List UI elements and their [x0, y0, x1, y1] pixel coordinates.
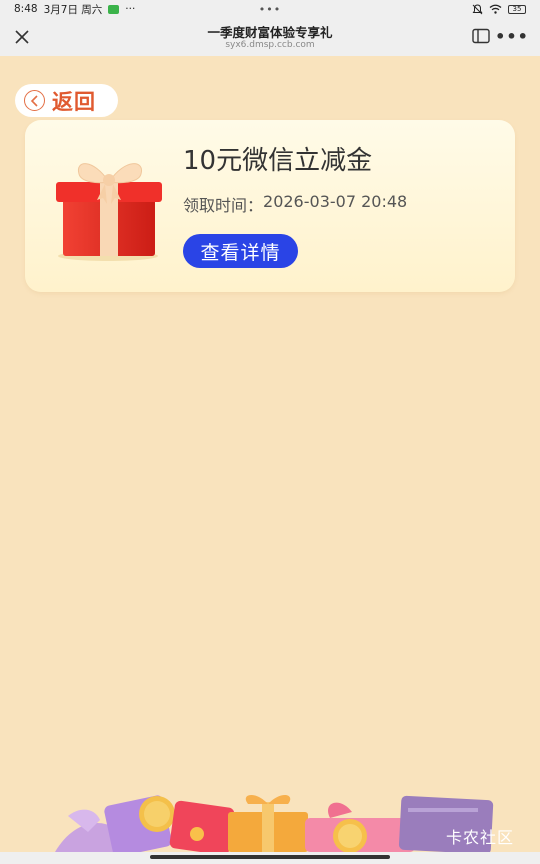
multitask-dots[interactable]: •••: [259, 3, 281, 16]
sidebar-button[interactable]: [472, 28, 490, 44]
status-date: 3月7日 周六: [43, 3, 103, 16]
claim-time-value: 2026-03-07 20:48: [263, 192, 408, 211]
battery-icon: 35: [508, 4, 526, 14]
status-bar: 8:48 3月7日 周六 ··· ••• 35: [0, 0, 540, 18]
reward-title: 10元微信立减金: [183, 146, 373, 176]
home-indicator[interactable]: [150, 855, 390, 859]
page-url: syx6.dmsp.ccb.com: [225, 40, 315, 50]
more-icon: •••: [495, 26, 529, 46]
view-details-button[interactable]: 查看详情: [183, 234, 298, 268]
back-arrow-icon: [24, 90, 45, 111]
status-right: 35: [472, 3, 526, 15]
browser-nav-bar: 一季度财富体验专享礼 syx6.dmsp.ccb.com •••: [0, 18, 540, 56]
back-label: 返回: [52, 89, 96, 114]
page-title: 一季度财富体验专享礼: [207, 25, 333, 40]
watermark-text: 卡农社区: [446, 828, 515, 847]
back-button[interactable]: 返回: [15, 84, 118, 117]
status-extra-dots: ···: [125, 3, 136, 15]
wechat-notification-icon: [108, 4, 120, 14]
wifi-icon: [489, 4, 502, 14]
claim-time-label: 领取时间：: [183, 196, 264, 215]
reward-card: 10元微信立减金 领取时间： 2026-03-07 20:48 查看详情: [25, 120, 515, 292]
status-time: 8:48: [14, 3, 38, 15]
claim-time-row: 领取时间： 2026-03-07 20:48: [183, 192, 407, 216]
more-button[interactable]: •••: [495, 24, 528, 48]
sidebar-icon: [472, 28, 490, 44]
mute-icon: [472, 3, 483, 14]
gift-icon: [56, 163, 162, 261]
status-left: 8:48 3月7日 周六 ···: [14, 2, 135, 17]
